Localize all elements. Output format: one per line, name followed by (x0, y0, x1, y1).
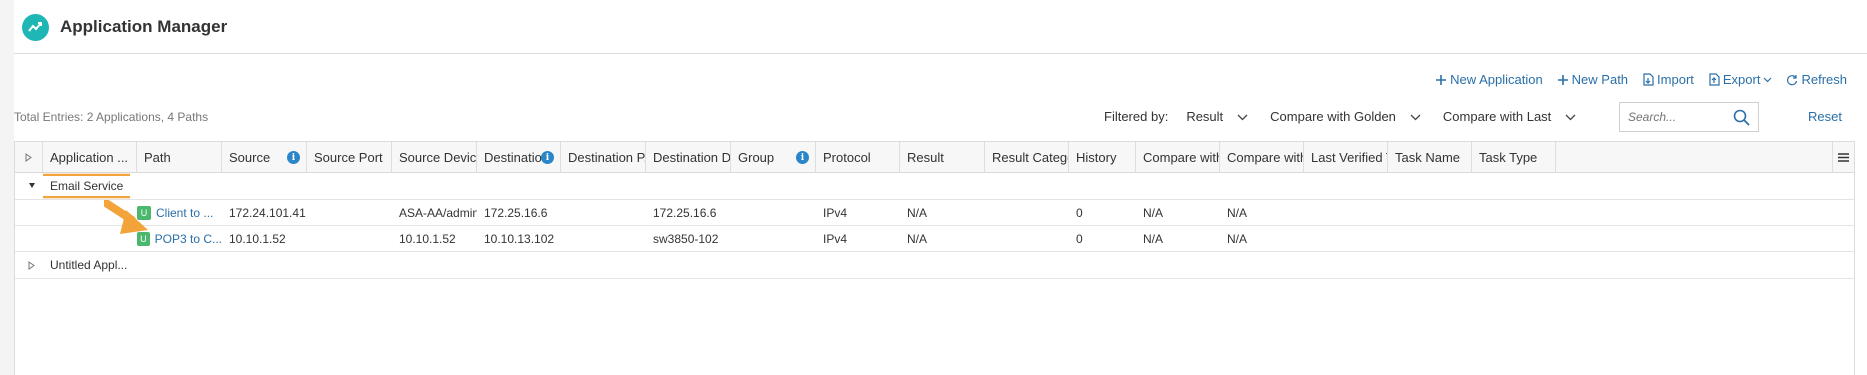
column-header-result-category[interactable]: Result Catego... (985, 142, 1069, 173)
column-header-protocol[interactable]: Protocol (816, 142, 900, 173)
chevron-down-icon (1763, 77, 1772, 83)
import-button[interactable]: Import (1642, 72, 1694, 87)
protocol-cell: IPv4 (823, 205, 848, 220)
column-header-source-label: Source (229, 150, 271, 165)
result-cell: N/A (907, 231, 928, 246)
import-icon (1642, 73, 1654, 86)
annotation-arrow-icon (104, 200, 148, 234)
export-icon (1708, 73, 1720, 86)
application-manager-logo-icon (22, 13, 49, 41)
group-row-email-service[interactable]: Email Service (15, 173, 1854, 200)
grid-header: Application ... Path Source i Source Por… (15, 142, 1854, 173)
hamburger-menu-icon (1838, 150, 1849, 165)
import-label: Import (1657, 72, 1694, 87)
column-header-task-name[interactable]: Task Name (1388, 142, 1472, 173)
chevron-down-icon (1237, 109, 1248, 124)
applications-grid: Application ... Path Source i Source Por… (14, 141, 1855, 375)
triangle-right-icon (25, 150, 32, 165)
compare-golden-cell: N/A (1143, 205, 1164, 220)
column-header-destination[interactable]: Destination i (477, 142, 561, 173)
group-name-cell: Email Service (43, 173, 131, 199)
column-header-result[interactable]: Result (900, 142, 985, 173)
search-box (1619, 102, 1759, 132)
expand-all-toggle[interactable] (15, 142, 43, 173)
column-header-destination-device[interactable]: Destination D... (646, 142, 731, 173)
info-icon[interactable]: i (287, 151, 300, 164)
chevron-down-icon (1410, 109, 1421, 124)
table-row[interactable]: U Client to ... 172.24.101.41 ASA-AA/adm… (15, 200, 1854, 226)
plus-icon (1435, 74, 1447, 86)
group-name-email-service: Email Service (43, 174, 131, 198)
protocol-cell: IPv4 (823, 231, 848, 246)
path-link[interactable]: Client to ... (156, 206, 213, 220)
history-cell: 0 (1076, 205, 1083, 220)
column-header-compare-golden[interactable]: Compare with... (1136, 142, 1220, 173)
column-header-group[interactable]: Group i (731, 142, 816, 173)
source-device-cell: ASA-AA/admin... (399, 205, 477, 220)
toolbar: New Application New Path Import Export R… (1435, 72, 1847, 87)
compare-golden-filter-label: Compare with Golden (1270, 109, 1396, 124)
filtered-by-label: Filtered by: (1104, 109, 1169, 124)
table-row[interactable]: U POP3 to C... 10.10.1.52 10.10.1.52 10.… (15, 226, 1854, 252)
compare-golden-cell: N/A (1143, 231, 1164, 246)
column-menu-button[interactable] (1832, 142, 1854, 173)
refresh-button[interactable]: Refresh (1786, 72, 1847, 87)
column-header-source-port[interactable]: Source Port (307, 142, 392, 173)
info-icon[interactable]: i (796, 151, 809, 164)
source-cell: 10.10.1.52 (229, 231, 286, 246)
column-header-compare-last[interactable]: Compare with... (1220, 142, 1304, 173)
column-header-history[interactable]: History (1069, 142, 1136, 173)
destination-device-cell: 172.25.16.6 (653, 205, 717, 220)
refresh-icon (1786, 74, 1798, 86)
group-name-untitled-application: Untitled Appl... (50, 258, 128, 272)
compare-last-filter-dropdown[interactable]: Compare with Last (1443, 109, 1576, 124)
column-header-source-device[interactable]: Source Device... (392, 142, 477, 173)
destination-device-cell: sw3850-102 (653, 231, 719, 246)
destination-cell: 172.25.16.6 (484, 205, 548, 220)
search-icon[interactable] (1733, 109, 1750, 129)
compare-golden-filter-dropdown[interactable]: Compare with Golden (1270, 109, 1421, 124)
new-application-button[interactable]: New Application (1435, 72, 1543, 87)
info-icon[interactable]: i (541, 151, 554, 164)
triangle-right-collapsed-icon[interactable] (28, 261, 35, 272)
compare-last-cell: N/A (1227, 205, 1248, 220)
destination-cell: 10.10.13.102 (484, 231, 555, 246)
column-header-last-verified[interactable]: Last Verified T... (1304, 142, 1388, 173)
total-entries-text: Total Entries: 2 Applications, 4 Paths (14, 110, 209, 124)
column-header-group-label: Group (738, 150, 775, 165)
header-divider (14, 53, 1867, 54)
chevron-down-icon (1565, 109, 1576, 124)
page-header: Application Manager (22, 12, 227, 42)
result-filter-dropdown[interactable]: Result (1186, 109, 1248, 124)
history-cell: 0 (1076, 231, 1083, 246)
column-header-path[interactable]: Path (137, 142, 222, 173)
column-header-task-type[interactable]: Task Type (1472, 142, 1556, 173)
result-filter-label: Result (1186, 109, 1224, 124)
path-link[interactable]: POP3 to C... (155, 232, 222, 246)
source-cell: 172.24.101.41 (229, 205, 306, 220)
triangle-down-expanded-icon[interactable] (28, 182, 36, 191)
plus-icon (1557, 74, 1569, 86)
page-title: Application Manager (60, 17, 228, 36)
new-path-button[interactable]: New Path (1557, 72, 1628, 87)
reset-link[interactable]: Reset (1808, 109, 1842, 124)
compare-last-filter-label: Compare with Last (1442, 109, 1552, 124)
compare-last-cell: N/A (1227, 231, 1248, 246)
search-input[interactable] (1628, 110, 1728, 124)
source-device-cell: 10.10.1.52 (399, 231, 456, 246)
column-header-application[interactable]: Application ... (43, 142, 137, 173)
result-cell: N/A (907, 205, 928, 220)
refresh-label: Refresh (1801, 72, 1847, 87)
left-edge-strip (0, 0, 14, 375)
export-label: Export (1722, 72, 1761, 87)
column-header-source[interactable]: Source i (222, 142, 307, 173)
filter-bar: Filtered by: Result Compare with Golden … (1104, 109, 1598, 124)
export-button[interactable]: Export (1708, 72, 1773, 87)
new-application-label: New Application (1450, 72, 1543, 87)
group-row-untitled-application[interactable]: Untitled Appl... (15, 252, 1854, 279)
column-header-destination-port[interactable]: Destination P... (561, 142, 646, 173)
new-path-label: New Path (1571, 72, 1629, 87)
column-header-destination-label: Destination (484, 150, 550, 165)
